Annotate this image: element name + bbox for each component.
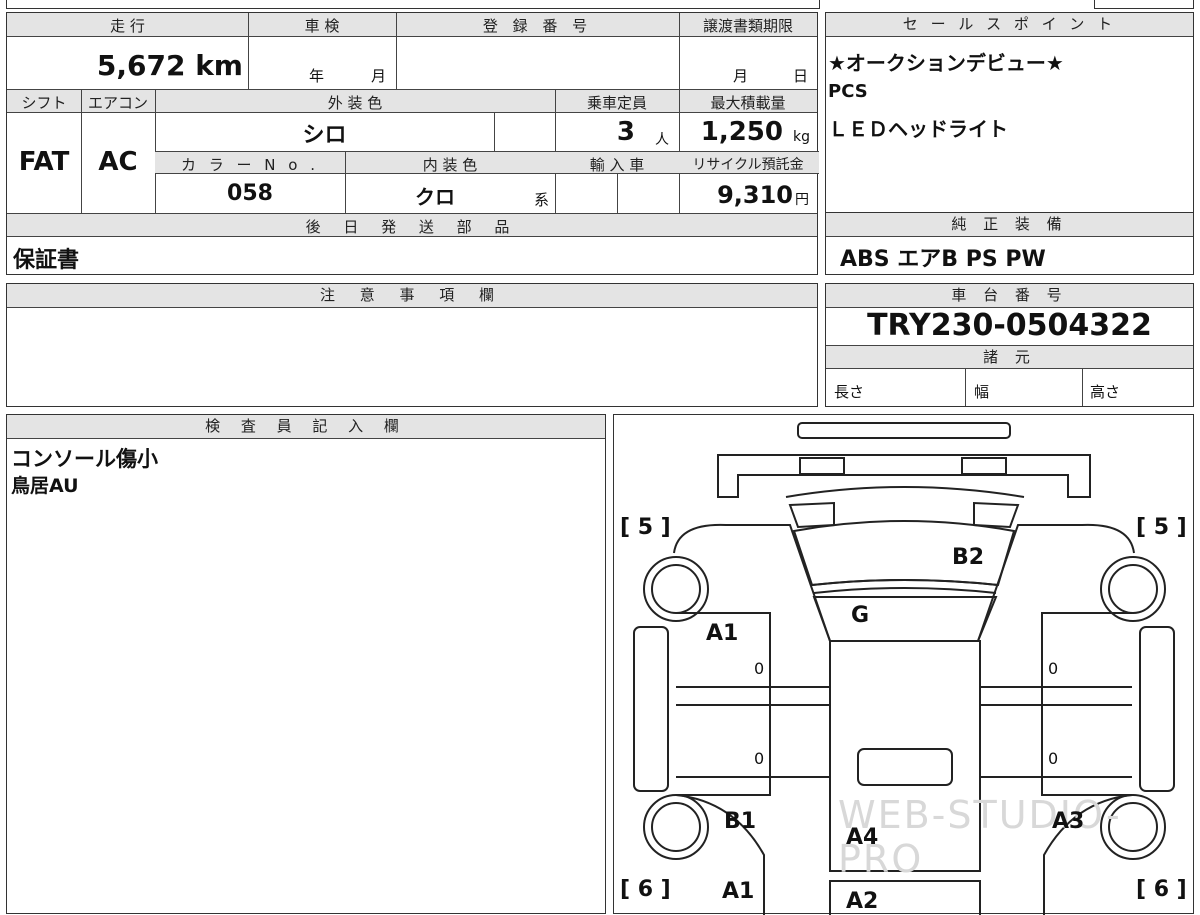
label-right-front: [ 5 ] — [1136, 515, 1187, 540]
top-cut-row-right — [1094, 0, 1194, 9]
recycle-header: リサイクル預託金 — [692, 157, 804, 173]
height-label: 高さ — [1090, 383, 1121, 401]
divider — [248, 13, 249, 89]
max-load-header: 最大積載量 — [710, 94, 786, 112]
damage-a1-left: A1 — [706, 621, 739, 646]
max-load-unit: kg — [793, 129, 810, 145]
inspection-header: 車 検 — [304, 17, 340, 35]
damage-a2-bottom: A2 — [846, 889, 879, 914]
transfer-month-unit: 月 — [733, 67, 749, 85]
divider — [617, 174, 618, 213]
inspection-year-unit: 年 — [309, 67, 325, 85]
label-left-front: [ 5 ] — [620, 515, 671, 540]
recycle-unit: 円 — [795, 192, 809, 208]
divider — [1082, 369, 1083, 406]
length-label: 長さ — [834, 383, 865, 401]
color-no-header: カ ラ ー N o . — [180, 156, 319, 174]
shift-header: シフト — [21, 94, 67, 112]
divider — [396, 13, 397, 89]
registration-header: 登 録 番 号 — [482, 17, 593, 35]
exterior-color-value: シロ — [302, 123, 347, 148]
damage-a4: A4 — [846, 825, 879, 850]
damage-g: G — [851, 603, 870, 628]
vehicle-info-table: 走 行 車 検 登 録 番 号 譲渡書類期限 5,672 km 年 月 月 日 … — [6, 12, 819, 275]
specs-header: 諸 元 — [826, 346, 1193, 369]
transfer-deadline-header: 譲渡書類期限 — [702, 17, 793, 35]
width-label: 幅 — [974, 383, 990, 401]
sales-point-line-1: ★オークションデビュー★ — [828, 51, 1064, 75]
interior-color-suffix: 系 — [534, 191, 550, 209]
top-cut-row — [6, 0, 820, 9]
shift-value: FAT — [18, 147, 70, 177]
damage-b2: B2 — [952, 545, 985, 570]
capacity-unit: 人 — [655, 132, 669, 148]
interior-color-value: クロ — [415, 185, 455, 209]
later-parts-header: 後 日 発 送 部 品 — [305, 218, 519, 236]
zero-right-front: 0 — [1048, 659, 1059, 678]
mileage-header: 走 行 — [110, 17, 145, 35]
sales-points-header: セ ー ル ス ポ イ ン ト — [826, 13, 1193, 37]
color-no-value: 058 — [227, 181, 273, 206]
zero-left-front: 0 — [754, 659, 765, 678]
recycle-value: 9,310 — [717, 181, 793, 209]
damage-a3: A3 — [1052, 809, 1085, 834]
capacity-header: 乗車定員 — [586, 94, 647, 112]
inspection-month-unit: 月 — [371, 67, 387, 85]
aircon-header: エアコン — [87, 94, 148, 112]
sales-point-line-2: PCS — [828, 81, 868, 102]
capacity-value: 3 — [616, 117, 635, 147]
divider — [965, 369, 966, 406]
mileage-value: 5,672 km — [96, 49, 243, 82]
notes-header: 注 意 事 項 欄 — [7, 284, 817, 308]
label-left-rear: [ 6 ] — [620, 877, 671, 902]
sales-points-box: セ ー ル ス ポ イ ン ト ★オークションデビュー★ PCS ＬＥＤヘッドラ… — [825, 12, 1194, 213]
damage-diagram-box: WEB-STUDIO-PRO [ 5 ] [ 5 ] [ 6 ] [ 6 ] B… — [613, 414, 1194, 915]
chassis-box: 車 台 番 号 TRY230-0504322 諸 元 長さ 幅 高さ — [825, 283, 1194, 407]
max-load-value: 1,250 — [700, 117, 783, 147]
equipment-box: 純 正 装 備 ABS エアB PS PW — [825, 212, 1194, 275]
divider — [494, 113, 495, 151]
notes-box: 注 意 事 項 欄 — [6, 283, 818, 407]
label-right-rear: [ 6 ] — [1136, 877, 1187, 902]
chassis-header: 車 台 番 号 — [826, 284, 1193, 308]
later-parts-value: 保証書 — [13, 248, 80, 273]
transfer-day-unit: 日 — [793, 67, 809, 85]
inspector-line-1: コンソール傷小 — [11, 447, 158, 471]
inspector-box: 検 査 員 記 入 欄 コンソール傷小 鳥居AU — [6, 414, 606, 914]
damage-b1: B1 — [724, 809, 757, 834]
exterior-color-header: 外 装 色 — [327, 94, 383, 112]
zero-left-rear: 0 — [754, 749, 765, 768]
chassis-number: TRY230-0504322 — [867, 308, 1152, 343]
diagram-watermark: WEB-STUDIO-PRO — [838, 793, 1122, 881]
interior-color-header: 内 装 色 — [422, 156, 478, 174]
divider — [679, 13, 680, 89]
zero-right-rear: 0 — [1048, 749, 1059, 768]
sales-point-line-3: ＬＥＤヘッドライト — [828, 117, 1008, 141]
aircon-value: AC — [98, 147, 138, 177]
inspector-header: 検 査 員 記 入 欄 — [7, 415, 605, 439]
equipment-header: 純 正 装 備 — [826, 213, 1193, 237]
inspector-line-2: 鳥居AU — [11, 475, 79, 497]
equipment-value: ABS エアB PS PW — [840, 247, 1046, 272]
damage-a1-bottom: A1 — [722, 879, 755, 904]
import-header: 輸 入 車 — [589, 156, 645, 174]
